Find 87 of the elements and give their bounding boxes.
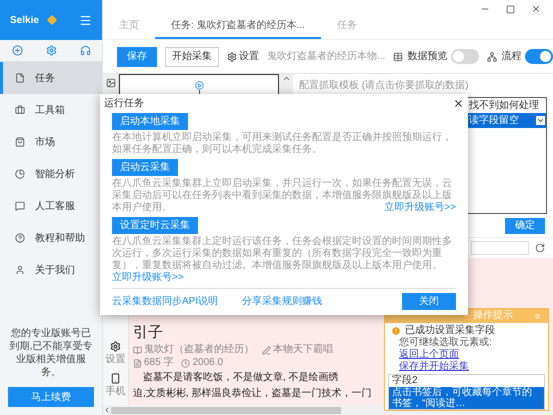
run-option-button[interactable]: 启动本地采集 (112, 113, 188, 130)
close-icon[interactable] (453, 98, 464, 109)
bag-icon (15, 137, 25, 147)
field-name: 字段2 (391, 375, 419, 387)
sidebar-item[interactable]: 教程和帮助 (0, 222, 102, 254)
flow-toggle[interactable] (525, 49, 553, 64)
option-description: 在本地计算机立即启动采集，可用来测试任务配置是否正确并按照预期运行，如果任务配置正确，则可以本机完成采集任务。 (112, 132, 453, 156)
briefcase-icon (15, 105, 25, 115)
meta-text: 685 字 (144, 357, 174, 369)
start-button[interactable]: 开始采集 (165, 46, 219, 66)
scroll-left-icon[interactable] (103, 406, 111, 414)
footer-link[interactable]: 分享采集规则赚钱 (242, 294, 322, 309)
gear-icon[interactable] (110, 341, 121, 352)
refresh-icon[interactable] (535, 243, 545, 253)
upgrade-link[interactable]: 立即升级账号>> (112, 272, 184, 283)
upgrade-link[interactable]: 立即升级账号>> (384, 202, 456, 214)
scrollbar-thumb[interactable] (111, 406, 341, 414)
save-button[interactable]: 保存 (117, 46, 157, 66)
sidebar-item[interactable]: 任务 (0, 62, 102, 94)
device-tool-label[interactable]: 手机 (106, 384, 126, 399)
table-row[interactable]: 读字段留空 (466, 113, 546, 128)
image-icon[interactable] (106, 78, 116, 88)
selected-field-text[interactable]: 点击书签后，可收藏每个章节的书签，“阅读进… (389, 387, 544, 409)
run-option-button[interactable]: 启动云采集 (112, 159, 178, 176)
menu-icon[interactable] (79, 14, 92, 26)
option-description: 在八爪鱼云采集集群上立即启动采集，并只运行一次，如果任务配置无误，云采集启动后可以在任务列表中看到采集的数据，本增值服务限旗舰版及以上版本用户使用。 立即升级账号>> (112, 178, 456, 214)
sidebar-item[interactable]: 关于我们 (0, 254, 102, 286)
table-cell-text: 读字段留空 (468, 114, 520, 128)
add-icon[interactable] (12, 45, 22, 56)
option-description: 在八爪鱼云采集集群上定时运行该任务，任务会根据定时设置的时间周期性多次运行，多次运行采集的数据如果有重复的（所有数据字段完全一致即为重复），重复数据将被自动过滤。本增值服务限旗舰版及以上版本用户使用。 立即升级账号>> (112, 236, 453, 284)
phone-icon[interactable] (110, 373, 121, 384)
tips-link[interactable]: 返回上个页面 (399, 349, 459, 361)
table-icon (393, 52, 404, 62)
confirm-button[interactable]: 确定 (505, 218, 545, 234)
footer-link[interactable]: 云采集数据同步API说明 (112, 294, 242, 309)
diamond-icon (46, 15, 57, 25)
renew-button[interactable]: 马上续费 (8, 387, 94, 407)
settings-icon[interactable] (46, 45, 56, 56)
tips-hint: 您可继续选取元素或: (398, 337, 493, 348)
start-node-icon (194, 81, 204, 90)
close-button[interactable]: 关闭 (402, 293, 456, 310)
tab[interactable]: 任务: 鬼吹灯盗墓者的经历本... (155, 18, 321, 39)
tips-message: 已成功设置采集字段 (405, 325, 495, 336)
sidebar-item[interactable]: 市场 (0, 126, 102, 158)
expiry-notice: 您的专业版账号已到期,已不能享受专业版相关增值服务。 (8, 327, 94, 379)
headset-icon[interactable] (80, 45, 90, 56)
meta-text: 鬼吹灯（盗墓者的经历） (144, 344, 254, 356)
template-title: 配置抓取模板 (请点击你要抓取的数据) (299, 78, 470, 93)
scroll-up-icon[interactable] (282, 74, 290, 83)
tab[interactable]: 任务 (320, 18, 373, 39)
sidebar-item[interactable]: 工具箱 (0, 94, 102, 126)
document-icon (133, 358, 142, 368)
clock-icon (181, 358, 190, 368)
chapter-heading: 引子 (133, 324, 163, 342)
book-icon (133, 346, 142, 354)
user-icon (15, 265, 25, 275)
flow-icon (487, 52, 498, 62)
task-name: 鬼吹灯盗墓者的经历本物... (267, 50, 386, 64)
sidebar-item[interactable]: 人工客服 (0, 190, 102, 222)
close-icon[interactable] (531, 4, 541, 14)
sidebar-item[interactable]: 智能分析 (0, 158, 102, 190)
maximize-icon[interactable] (506, 4, 515, 14)
chat-icon (15, 201, 25, 211)
brand-name: Selkie (10, 14, 39, 28)
url-field[interactable] (471, 241, 529, 255)
pen-icon (262, 346, 271, 354)
flow-label: 流程 (501, 50, 522, 64)
dropdown-icon[interactable] (536, 116, 545, 125)
tips-link[interactable]: 保存并开始采集 (399, 361, 469, 373)
meta-text: 本物天下霸唱 (273, 344, 333, 356)
settings-button[interactable]: 设置 (227, 49, 259, 64)
file-icon (15, 73, 25, 83)
column-header: 找不到如何处理 (468, 98, 540, 113)
tab[interactable]: 主页 (103, 18, 155, 39)
preview-toggle[interactable] (451, 49, 480, 64)
device-tool-label[interactable]: 设置 (106, 352, 126, 367)
paragraph-line: 盗墓不是请客吃饭，不是做文章, 不是绘画绣 (142, 371, 339, 385)
run-option-button[interactable]: 设置定时云采集 (112, 217, 198, 234)
gear-icon (227, 52, 237, 62)
help-icon (15, 233, 25, 243)
dialog-title: 运行任务 (104, 97, 144, 110)
paragraph-line: 迫,文质彬彬, 那样温良恭俭让，盗墓是一门技术，一门 (133, 387, 372, 401)
pie-chart-icon (15, 169, 25, 179)
preview-label: 数据预览 (407, 50, 448, 64)
alert-icon (391, 326, 401, 336)
meta-text: 2006.0 (192, 357, 224, 369)
tips-title: 操作提示 (473, 310, 513, 322)
